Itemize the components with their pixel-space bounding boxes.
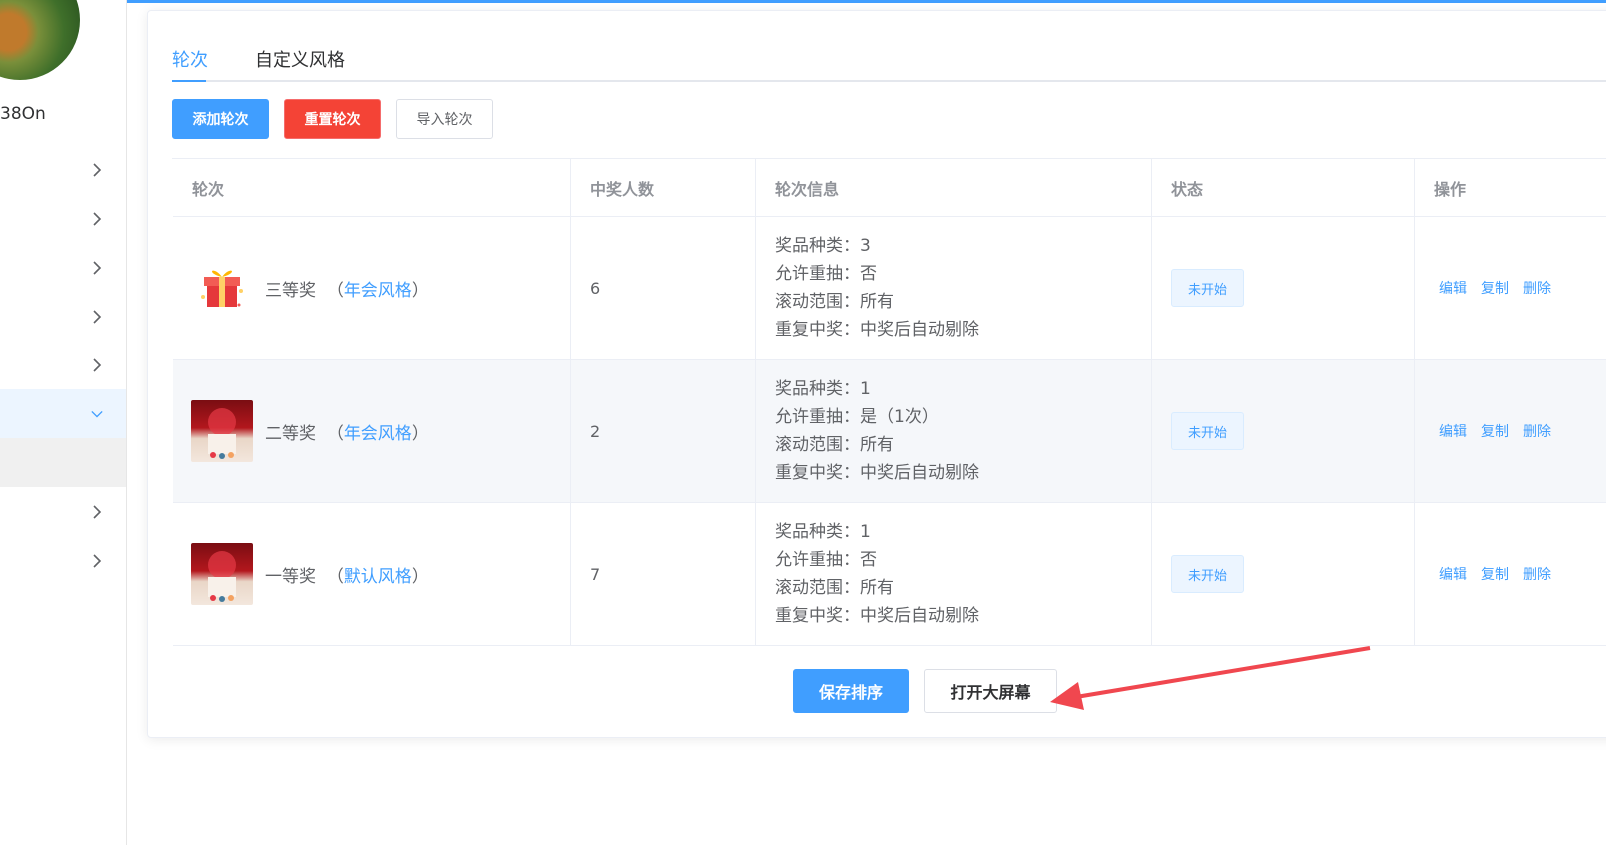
delete-button[interactable]: 删除 <box>1523 421 1551 441</box>
prize-title: 二等奖 <box>265 423 316 444</box>
paren: （ <box>326 280 344 301</box>
info-line: 重复中奖：中奖后自动剔除 <box>775 320 979 340</box>
paren: ） <box>411 423 429 444</box>
copy-button[interactable]: 复制 <box>1481 278 1509 298</box>
column-header-status: 状态 <box>1171 179 1204 199</box>
sidebar-subitem-active[interactable] <box>0 438 126 487</box>
sidebar-item-3[interactable] <box>0 243 126 292</box>
paren: （ <box>326 566 344 587</box>
sidebar-item-7[interactable] <box>0 487 126 536</box>
sidebar-item-4[interactable] <box>0 292 126 341</box>
tab-rounds[interactable]: 轮次 <box>172 46 208 72</box>
edit-button[interactable]: 编辑 <box>1439 278 1467 298</box>
tab-bar: 轮次 自定义风格 <box>172 40 1606 82</box>
tab-custom-style[interactable]: 自定义风格 <box>255 46 345 72</box>
winner-count: 7 <box>590 564 601 584</box>
table-row: 三等奖 （年会风格） 6 奖品种类：3 允许重抽：否 滚动范围：所有 重复中奖：… <box>173 217 1606 360</box>
chevron-right-icon <box>91 162 103 177</box>
prize-title: 三等奖 <box>265 280 316 301</box>
gift-box-icon <box>191 257 253 319</box>
info-line: 奖品种类：1 <box>775 522 871 542</box>
prize-name: 一等奖 （默认风格） <box>265 562 429 587</box>
info-line: 奖品种类：1 <box>775 379 871 399</box>
username: 38On <box>0 104 46 124</box>
style-link[interactable]: 年会风格 <box>344 424 412 444</box>
paren: ） <box>411 280 429 301</box>
info-line: 滚动范围：所有 <box>775 292 894 312</box>
chevron-right-icon <box>91 260 103 275</box>
chevron-right-icon <box>91 211 103 226</box>
table-header: 轮次 中奖人数 轮次信息 状态 操作 <box>173 159 1606 217</box>
round-info: 奖品种类：1 允许重抽：否 滚动范围：所有 重复中奖：中奖后自动剔除 <box>756 518 979 630</box>
sidebar-item-2[interactable] <box>0 194 126 243</box>
prize-name: 三等奖 （年会风格） <box>265 276 429 301</box>
row-actions: 编辑 复制 删除 <box>1415 278 1551 298</box>
column-header-actions: 操作 <box>1434 179 1467 199</box>
table-row: 一等奖 （默认风格） 7 奖品种类：1 允许重抽：否 滚动范围：所有 重复中奖：… <box>173 503 1606 646</box>
prize-name: 二等奖 （年会风格） <box>265 419 429 444</box>
copy-button[interactable]: 复制 <box>1481 564 1509 584</box>
paren: ） <box>411 566 429 587</box>
paren: （ <box>326 423 344 444</box>
delete-button[interactable]: 删除 <box>1523 564 1551 584</box>
copy-button[interactable]: 复制 <box>1481 421 1509 441</box>
rounds-table: 轮次 中奖人数 轮次信息 状态 操作 三等奖 （年会风格） 6 奖品种类：3 允… <box>172 158 1606 646</box>
open-big-screen-button[interactable]: 打开大屏幕 <box>924 669 1057 713</box>
round-info: 奖品种类：3 允许重抽：否 滚动范围：所有 重复中奖：中奖后自动剔除 <box>756 232 979 344</box>
avatar[interactable] <box>0 0 80 80</box>
info-line: 允许重抽：否 <box>775 550 877 570</box>
status-badge: 未开始 <box>1171 269 1244 307</box>
delete-button[interactable]: 删除 <box>1523 278 1551 298</box>
column-header-info: 轮次信息 <box>775 179 840 199</box>
info-line: 允许重抽：是（1次） <box>775 407 939 427</box>
round-info: 奖品种类：1 允许重抽：是（1次） 滚动范围：所有 重复中奖：中奖后自动剔除 <box>756 375 979 487</box>
red-poster-image <box>191 543 253 605</box>
sidebar: 38On <box>0 0 127 845</box>
sidebar-item-8[interactable] <box>0 536 126 585</box>
reset-round-button[interactable]: 重置轮次 <box>284 99 381 139</box>
sidebar-item-1[interactable] <box>0 145 126 194</box>
sidebar-item-6[interactable] <box>0 389 126 438</box>
status-badge: 未开始 <box>1171 412 1244 450</box>
tab-active-indicator <box>172 80 206 82</box>
edit-button[interactable]: 编辑 <box>1439 564 1467 584</box>
column-header-round: 轮次 <box>192 179 225 199</box>
row-actions: 编辑 复制 删除 <box>1415 421 1551 441</box>
info-line: 滚动范围：所有 <box>775 435 894 455</box>
info-line: 重复中奖：中奖后自动剔除 <box>775 606 979 626</box>
info-line: 滚动范围：所有 <box>775 578 894 598</box>
row-actions: 编辑 复制 删除 <box>1415 564 1551 584</box>
table-row: 二等奖 （年会风格） 2 奖品种类：1 允许重抽：是（1次） 滚动范围：所有 重… <box>173 360 1606 503</box>
info-line: 奖品种类：3 <box>775 236 871 256</box>
chevron-right-icon <box>91 309 103 324</box>
style-link[interactable]: 年会风格 <box>344 281 412 301</box>
column-header-winners: 中奖人数 <box>590 179 655 199</box>
chevron-right-icon <box>91 357 103 372</box>
info-line: 重复中奖：中奖后自动剔除 <box>775 463 979 483</box>
chevron-right-icon <box>91 553 103 568</box>
top-accent-bar <box>127 0 1606 3</box>
import-round-button[interactable]: 导入轮次 <box>396 99 493 139</box>
status-badge: 未开始 <box>1171 555 1244 593</box>
sidebar-item-5[interactable] <box>0 340 126 389</box>
save-order-button[interactable]: 保存排序 <box>793 669 909 713</box>
prize-title: 一等奖 <box>265 566 316 587</box>
edit-button[interactable]: 编辑 <box>1439 421 1467 441</box>
winner-count: 6 <box>590 278 601 298</box>
chevron-down-icon <box>91 408 103 420</box>
info-line: 允许重抽：否 <box>775 264 877 284</box>
red-poster-image <box>191 400 253 462</box>
style-link[interactable]: 默认风格 <box>344 567 412 587</box>
add-round-button[interactable]: 添加轮次 <box>172 99 269 139</box>
winner-count: 2 <box>590 421 601 441</box>
chevron-right-icon <box>91 504 103 519</box>
